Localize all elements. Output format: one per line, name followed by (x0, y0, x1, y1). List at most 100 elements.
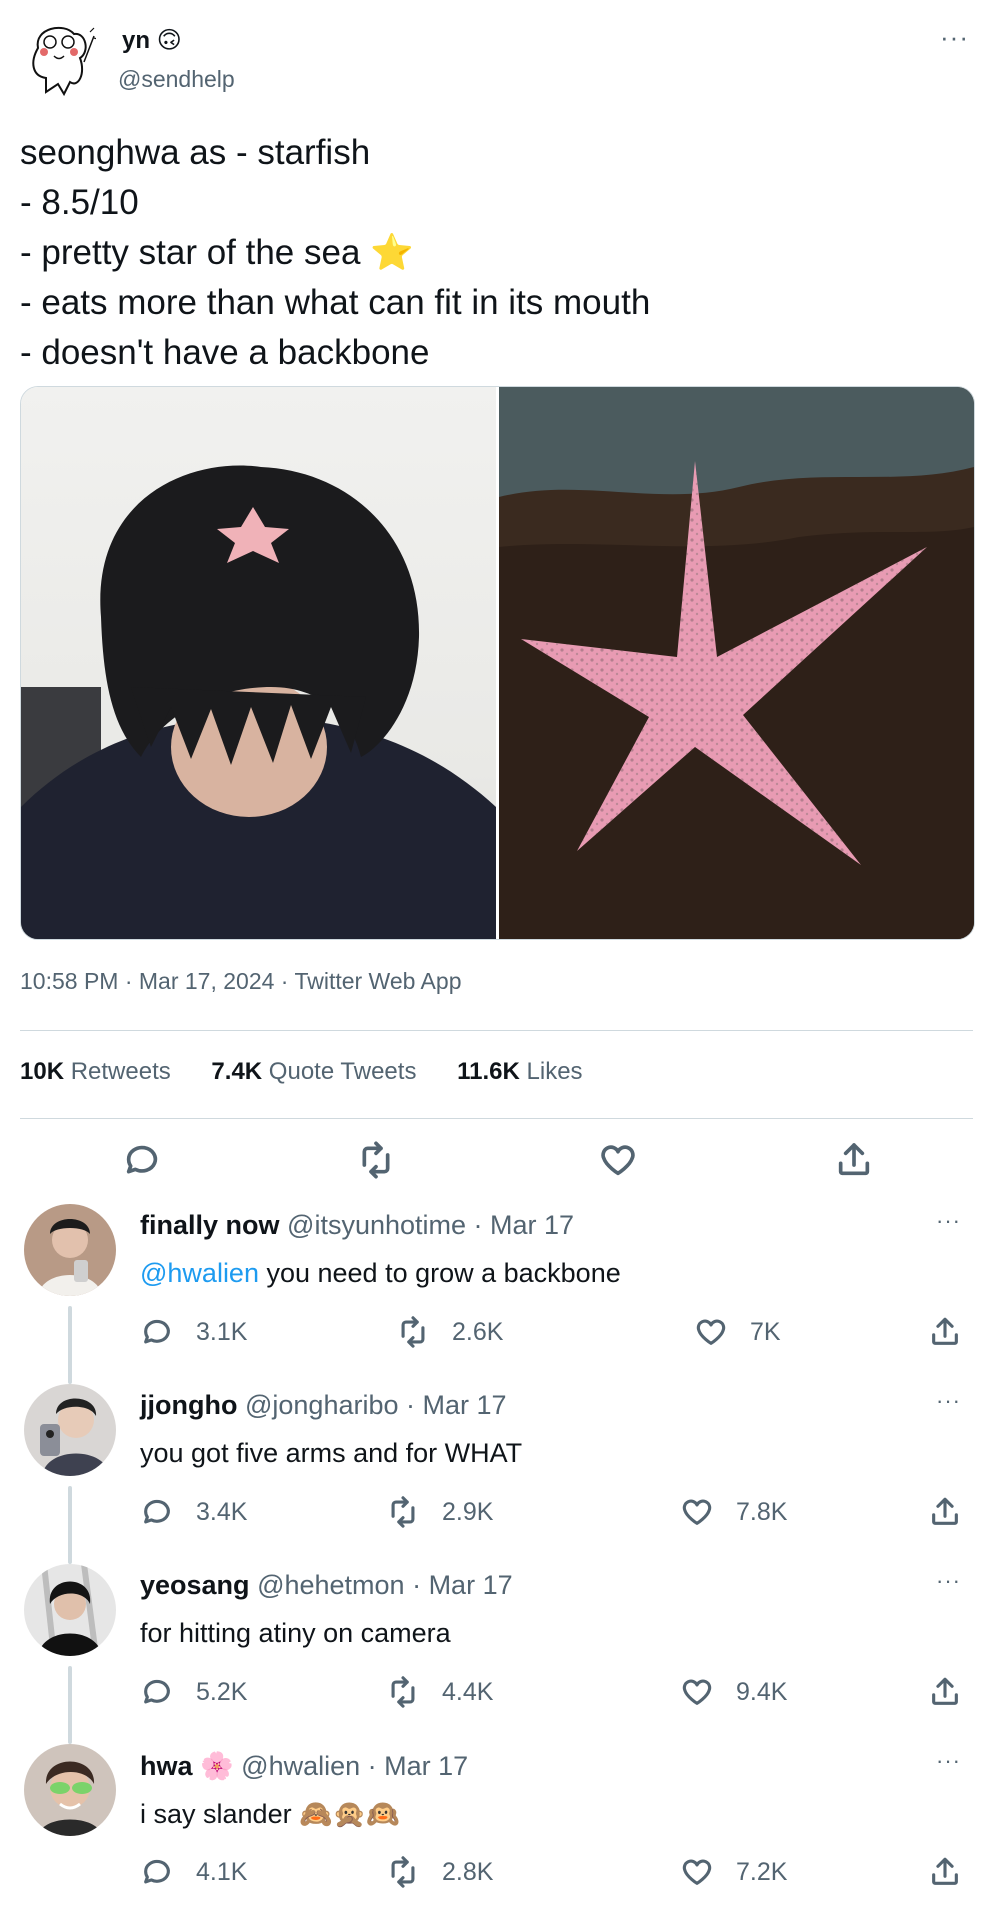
reply-count: 5.2K (196, 1677, 248, 1706)
retweets-stat[interactable]: 10K Retweets (20, 1058, 171, 1085)
reply-icon (126, 1145, 158, 1174)
reply-item[interactable]: finally now @itsyunhotime · Mar 17 @hwal… (0, 1204, 997, 1384)
likes-stat[interactable]: 11.6K Likes (457, 1058, 582, 1085)
retweet-icon (401, 1316, 425, 1348)
retweet-icon (391, 1676, 415, 1708)
like-count-button[interactable]: 7.8K (680, 1492, 787, 1532)
like-count-button[interactable]: 7K (694, 1312, 781, 1352)
share-button[interactable] (834, 1140, 874, 1180)
reply-count: 3.1K (196, 1317, 248, 1346)
tweet-timestamp[interactable]: 10:58 PM · Mar 17, 2024 · Twitter Web Ap… (20, 968, 461, 995)
photo-pink-starfish[interactable] (499, 387, 974, 939)
photo-person-star-clip[interactable] (21, 387, 496, 939)
reply-count-button[interactable]: 5.2K (140, 1672, 247, 1712)
like-count-button[interactable]: 7.2K (680, 1852, 787, 1892)
retweets-count: 10K (20, 1058, 65, 1085)
author-name[interactable]: yn 🙃 (122, 26, 182, 55)
reply-count: 4.1K (196, 1857, 248, 1886)
quotes-label: Quote Tweets (268, 1058, 417, 1085)
avatar[interactable] (24, 1564, 116, 1656)
retweet-count-button[interactable]: 2.9K (386, 1492, 493, 1532)
retweet-count-button[interactable]: 2.8K (386, 1852, 493, 1892)
author-avatar[interactable] (24, 18, 98, 98)
reply-icon (144, 1679, 170, 1704)
reply-author-name[interactable]: yeosang (140, 1570, 250, 1600)
reply-text: you got five arms and for WHAT (140, 1438, 523, 1468)
reply-date[interactable]: · Mar 17 (406, 1390, 507, 1420)
quotes-stat[interactable]: 7.4K Quote Tweets (211, 1058, 416, 1085)
reply-item[interactable]: jjongho @jongharibo · Mar 17 you got fiv… (0, 1384, 997, 1564)
like-icon (696, 1319, 726, 1345)
share-icon (932, 1317, 958, 1345)
reply-date[interactable]: · Mar 17 (368, 1751, 469, 1781)
retweet-count-button[interactable]: 4.4K (386, 1672, 493, 1712)
retweet-count: 4.4K (442, 1677, 494, 1706)
author-display-name[interactable]: yn (122, 27, 150, 54)
reply-count-button[interactable]: 3.4K (140, 1492, 247, 1532)
reply-author-handle[interactable]: @hwalien (241, 1751, 360, 1781)
like-count-button[interactable]: 9.4K (680, 1672, 787, 1712)
like-count: 7K (750, 1317, 781, 1346)
reply-more-button[interactable]: ··· (936, 1388, 961, 1414)
retweet-button[interactable] (356, 1140, 396, 1180)
reply-author-emoji: 🌸 (200, 1751, 234, 1781)
reply-more-button[interactable]: ··· (936, 1568, 961, 1594)
reply-author-name[interactable]: hwa (140, 1751, 193, 1781)
engagement-stats: 10K Retweets 7.4K Quote Tweets 11.6K Lik… (20, 1058, 617, 1086)
reply-date[interactable]: · Mar 17 (474, 1210, 575, 1240)
reply-item[interactable]: yeosang @hehetmon · Mar 17 for hitting a… (0, 1564, 997, 1744)
share-button[interactable] (928, 1492, 984, 1532)
more-options-button[interactable]: ··· (940, 22, 969, 53)
tweet-line: seonghwa as - starfish (20, 133, 371, 172)
retweet-count: 2.6K (452, 1317, 504, 1346)
tweet-media[interactable] (20, 386, 975, 940)
reply-more-button[interactable]: ··· (936, 1748, 961, 1774)
reply-text: for hitting atiny on camera (140, 1618, 451, 1648)
share-icon (932, 1857, 958, 1885)
thread-connector (68, 1486, 72, 1564)
reply-icon (144, 1319, 170, 1344)
reply-icon (144, 1499, 170, 1524)
retweet-count: 2.9K (442, 1497, 494, 1526)
like-icon (601, 1145, 635, 1176)
reply-author-handle[interactable]: @itsyunhotime (287, 1210, 466, 1240)
reply-more-button[interactable]: ··· (936, 1208, 961, 1234)
reply-count: 3.4K (196, 1497, 248, 1526)
avatar[interactable] (24, 1384, 116, 1476)
likes-count: 11.6K (457, 1058, 520, 1085)
tweet-line: - 8.5/10 (20, 183, 139, 222)
divider (20, 1118, 973, 1119)
reply-author-handle[interactable]: @hehetmon (257, 1570, 405, 1600)
reply-author-name[interactable]: finally now (140, 1210, 280, 1240)
retweet-count-button[interactable]: 2.6K (396, 1312, 503, 1352)
share-icon (932, 1497, 958, 1525)
reply-item[interactable]: hwa 🌸 @hwalien · Mar 17 i say slander 🙈🙊… (0, 1744, 997, 1924)
reply-text: @hwalien you need to grow a backbone (140, 1258, 621, 1289)
divider (20, 1030, 973, 1031)
tweet-line: - doesn't have a backbone (20, 333, 430, 372)
tweet-line: - pretty star of the sea ⭐ (20, 233, 414, 272)
share-button[interactable] (928, 1672, 984, 1712)
reply-date[interactable]: · Mar 17 (412, 1570, 513, 1600)
tweet-text: seonghwa as - starfish - 8.5/10 - pretty… (20, 128, 960, 378)
thread-connector (68, 1306, 72, 1384)
mention-link[interactable]: @hwalien (140, 1258, 259, 1288)
reply-author-name[interactable]: jjongho (140, 1390, 237, 1420)
reply-count-button[interactable]: 4.1K (140, 1852, 247, 1892)
reply-author-handle[interactable]: @jongharibo (245, 1390, 399, 1420)
retweet-icon (391, 1856, 415, 1888)
avatar[interactable] (24, 1744, 116, 1836)
reply-text: i say slander 🙈🙊🙉 (140, 1799, 400, 1829)
author-emoji: 🙃 (156, 27, 182, 54)
like-icon (682, 1679, 712, 1705)
like-count: 7.2K (736, 1857, 788, 1886)
author-handle[interactable]: @sendhelp (118, 66, 235, 93)
likes-label: Likes (526, 1058, 583, 1085)
avatar[interactable] (24, 1204, 116, 1296)
like-button[interactable] (598, 1140, 638, 1180)
reply-count-button[interactable]: 3.1K (140, 1312, 247, 1352)
reply-button[interactable] (122, 1140, 162, 1180)
like-count: 7.8K (736, 1497, 788, 1526)
share-button[interactable] (928, 1312, 984, 1352)
share-button[interactable] (928, 1852, 984, 1892)
